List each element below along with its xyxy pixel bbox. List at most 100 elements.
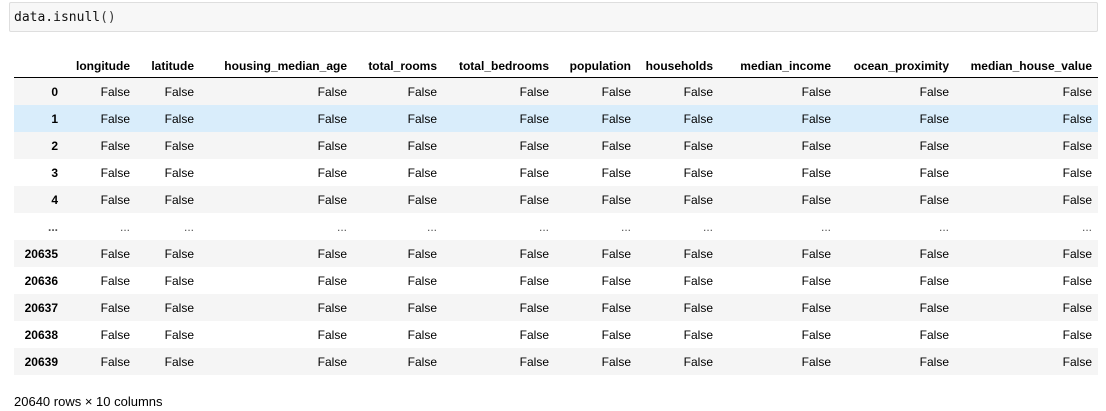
table-cell: False [683, 165, 713, 180]
table-row: 4 False False False False False False False Fals… [14, 186, 1098, 213]
table-cell: False [919, 165, 949, 180]
table-cell: False [407, 138, 437, 153]
table-cell: False [601, 273, 631, 288]
column-header-total-rooms: total_rooms [353, 54, 443, 78]
table-cell: False [100, 192, 130, 207]
code-parentheses: () [100, 10, 116, 25]
table-cell: ... [820, 219, 831, 234]
table-cell: False [519, 165, 549, 180]
table-cell: False [407, 300, 437, 315]
table-cell: False [164, 354, 194, 369]
table-cell: False [407, 246, 437, 261]
table-cell: False [317, 192, 347, 207]
code-input-cell[interactable]: data.isnull() [9, 2, 1098, 32]
table-cell: False [164, 192, 194, 207]
column-header-total-bedrooms: total_bedrooms [443, 54, 555, 78]
table-row: 20636 False False False False False False False… [14, 267, 1098, 294]
column-header-median-income: median_income [719, 54, 837, 78]
table-cell: False [1062, 111, 1092, 126]
table-cell: False [919, 354, 949, 369]
table-cell: False [1062, 327, 1092, 342]
table-cell: False [407, 192, 437, 207]
table-cell: False [1062, 138, 1092, 153]
table-cell: False [164, 273, 194, 288]
table-cell: False [407, 327, 437, 342]
header-row: longitude latitude housing_median_age total… [14, 54, 1098, 78]
table-cell: False [601, 300, 631, 315]
table-cell: ... [538, 219, 549, 234]
table-cell: False [407, 84, 437, 99]
table-cell: False [601, 84, 631, 99]
table-cell: False [801, 84, 831, 99]
table-row: 20635 False False False False False False False… [14, 240, 1098, 267]
table-cell: False [317, 84, 347, 99]
table-cell: False [1062, 273, 1092, 288]
table-cell: ... [1081, 219, 1092, 234]
table-cell: False [683, 111, 713, 126]
table-cell: False [801, 192, 831, 207]
column-header-longitude: longitude [64, 54, 136, 78]
table-cell: False [317, 111, 347, 126]
table-cell: False [801, 273, 831, 288]
table-cell: False [1062, 300, 1092, 315]
table-cell: False [919, 246, 949, 261]
table-cell: ... [336, 219, 347, 234]
table-cell: False [100, 327, 130, 342]
row-index: 3 [51, 165, 58, 180]
table-cell: False [519, 84, 549, 99]
table-cell: False [164, 246, 194, 261]
table-cell: False [519, 273, 549, 288]
row-index: 20636 [24, 273, 58, 288]
table-cell: False [317, 354, 347, 369]
table-cell: False [317, 300, 347, 315]
table-row: 1 False False False False False False False Fals… [14, 105, 1098, 132]
table-cell: False [164, 84, 194, 99]
table-cell: False [919, 111, 949, 126]
table-cell: ... [119, 219, 130, 234]
table-cell: False [1062, 354, 1092, 369]
table-cell: False [601, 165, 631, 180]
column-header-housing-median-age: housing_median_age [200, 54, 353, 78]
index-header [14, 54, 64, 78]
table-cell: ... [938, 219, 949, 234]
row-index: 20638 [24, 327, 58, 342]
table-cell: False [100, 84, 130, 99]
code-text[interactable]: data.isnull() [14, 10, 116, 25]
table-cell: False [407, 111, 437, 126]
table-cell: False [164, 138, 194, 153]
dataframe-shape-label: 20640 rows × 10 columns [14, 394, 163, 409]
table-cell: False [164, 327, 194, 342]
code-call: data.isnull [14, 10, 101, 25]
table-cell: ... [426, 219, 437, 234]
table-cell: False [164, 111, 194, 126]
table-cell: False [100, 300, 130, 315]
table-cell: False [683, 273, 713, 288]
column-header-median-house-value: median_house_value [955, 54, 1098, 78]
table-cell: False [919, 192, 949, 207]
row-index: ... [47, 219, 58, 234]
table-cell: False [601, 192, 631, 207]
table-cell: False [1062, 246, 1092, 261]
table-cell: False [801, 354, 831, 369]
table-cell: ... [183, 219, 194, 234]
table-cell: False [683, 84, 713, 99]
table-body: 0 False False False False False False False Fals… [14, 77, 1098, 375]
table-cell: False [1062, 192, 1092, 207]
table-cell: False [519, 327, 549, 342]
dataframe-table: longitude latitude housing_median_age total… [14, 54, 1098, 375]
table-cell: False [801, 300, 831, 315]
table-cell: False [919, 138, 949, 153]
table-cell: False [519, 192, 549, 207]
table-cell: ... [620, 219, 631, 234]
table-cell: False [317, 165, 347, 180]
table-cell: False [683, 354, 713, 369]
table-cell: False [683, 138, 713, 153]
table-cell: False [100, 138, 130, 153]
table-cell: ... [702, 219, 713, 234]
table-cell: False [919, 84, 949, 99]
table-cell: False [601, 327, 631, 342]
table-cell: False [100, 246, 130, 261]
table-cell: False [683, 246, 713, 261]
table-cell: False [100, 354, 130, 369]
table-cell: False [407, 165, 437, 180]
